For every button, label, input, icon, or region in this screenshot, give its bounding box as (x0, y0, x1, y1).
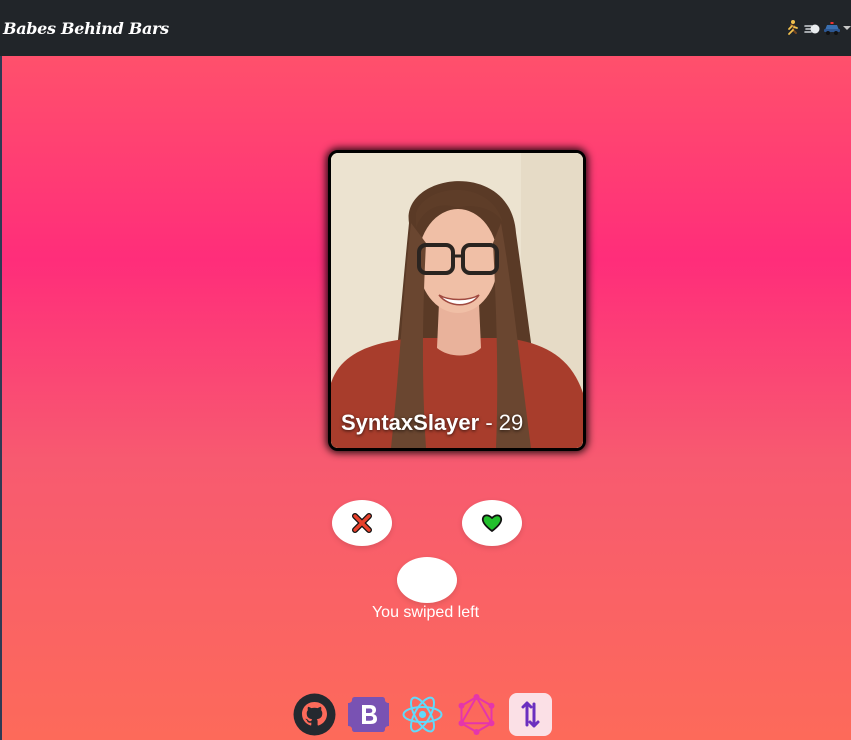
profile-caption: SyntaxSlayer - 29 (341, 410, 523, 436)
profile-age: 29 (498, 410, 524, 435)
profile-card[interactable]: SyntaxSlayer - 29 (328, 150, 586, 451)
dropdown-caret-icon (843, 26, 851, 30)
running-person-icon (788, 20, 798, 35)
apollo-link[interactable] (509, 693, 552, 736)
react-link[interactable] (401, 693, 444, 736)
swipe-status-message: You swiped left (371, 604, 480, 621)
like-button[interactable] (462, 500, 522, 546)
undo-button[interactable] (397, 557, 457, 603)
navbar: Babes Behind Bars (0, 0, 851, 56)
bootstrap-icon (348, 697, 389, 732)
footer-tech-links (293, 693, 552, 736)
nav-user-menu[interactable] (783, 19, 851, 37)
dislike-button[interactable] (332, 500, 392, 546)
profile-separator: - (479, 410, 499, 435)
bootstrap-link[interactable] (347, 693, 390, 736)
github-link[interactable] (293, 693, 336, 736)
left-edge-strip (0, 56, 2, 740)
graphql-icon (458, 694, 495, 735)
profile-name: SyntaxSlayer (341, 410, 480, 435)
github-icon (293, 693, 336, 736)
police-car-icon (824, 22, 840, 35)
apollo-icon (509, 693, 552, 736)
dash-icon (804, 24, 820, 34)
graphql-link[interactable] (455, 693, 498, 736)
brand-logo[interactable]: Babes Behind Bars (3, 19, 169, 38)
react-icon (402, 696, 443, 733)
cross-mark-icon (352, 513, 372, 533)
green-heart-icon (481, 514, 503, 532)
profile-photo (331, 153, 583, 448)
